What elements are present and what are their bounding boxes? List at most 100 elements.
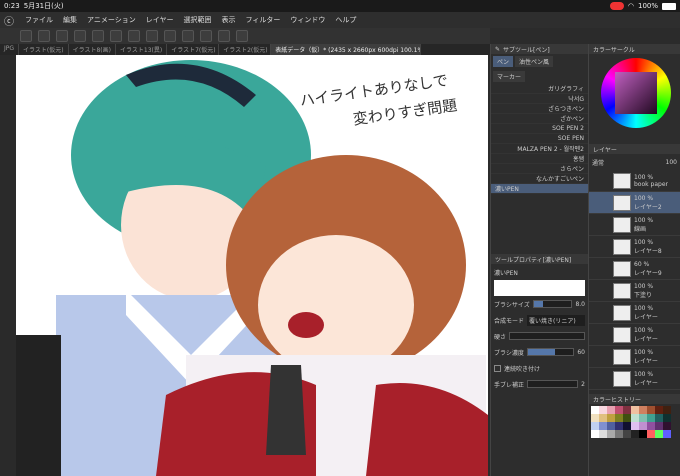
- color-swatch[interactable]: [599, 430, 607, 438]
- layer-row[interactable]: 100 % 下塗り: [589, 280, 680, 302]
- color-swatch[interactable]: [647, 406, 655, 414]
- color-swatch[interactable]: [615, 406, 623, 414]
- color-swatch[interactable]: [639, 430, 647, 438]
- hue-ring[interactable]: [601, 58, 671, 128]
- tab-doc-3[interactable]: イラスト8(画): [69, 44, 116, 55]
- brush-item[interactable]: 낙서G: [491, 94, 588, 104]
- airbrush-checkbox[interactable]: [494, 364, 501, 372]
- tab-doc-1[interactable]: JPG: [0, 44, 20, 55]
- tab-doc-2[interactable]: イラスト(仮元): [19, 44, 69, 55]
- density-slider[interactable]: [526, 348, 575, 356]
- blend-mode-select[interactable]: 覆い焼き(リニア): [527, 314, 585, 326]
- color-swatch[interactable]: [623, 422, 631, 430]
- app-logo-icon[interactable]: ⓒ: [4, 13, 20, 28]
- color-swatch[interactable]: [631, 414, 639, 422]
- open-icon[interactable]: [38, 30, 50, 42]
- color-swatch[interactable]: [591, 414, 599, 422]
- menu-animation[interactable]: アニメーション: [82, 15, 141, 25]
- layer-row[interactable]: 100 % 線画: [589, 214, 680, 236]
- color-swatch[interactable]: [623, 430, 631, 438]
- menu-view[interactable]: 表示: [217, 15, 241, 25]
- brush-item[interactable]: SOE PEN 2: [491, 124, 588, 134]
- blend-mode[interactable]: 通常: [592, 158, 604, 167]
- menu-file[interactable]: ファイル: [20, 15, 58, 25]
- layer-opacity[interactable]: 100: [666, 159, 677, 166]
- deselect-icon[interactable]: [164, 30, 176, 42]
- layer-row[interactable]: 100 % レイヤー8: [589, 236, 680, 258]
- color-swatch[interactable]: [663, 406, 671, 414]
- pen-icon[interactable]: [218, 30, 230, 42]
- color-swatch[interactable]: [663, 422, 671, 430]
- subtool-tab-marker[interactable]: マーカー: [493, 71, 526, 82]
- brush-item[interactable]: MALZA PEN 2 - 월작펜2: [491, 144, 588, 154]
- color-swatch[interactable]: [591, 406, 599, 414]
- brush-item[interactable]: さらペン: [491, 164, 588, 174]
- brush-item[interactable]: ざらつきペン: [491, 104, 588, 114]
- color-swatch[interactable]: [663, 414, 671, 422]
- undo-icon[interactable]: [74, 30, 86, 42]
- layer-row[interactable]: 100 % レイヤー: [589, 368, 680, 390]
- layer-row-selected[interactable]: 100 % レイヤー2: [589, 192, 680, 214]
- tab-doc-5[interactable]: イラスト7(仮元): [167, 44, 220, 55]
- color-swatch[interactable]: [647, 414, 655, 422]
- invert-icon[interactable]: [182, 30, 194, 42]
- ruler-icon[interactable]: [236, 30, 248, 42]
- color-swatch[interactable]: [623, 414, 631, 422]
- color-swatch[interactable]: [591, 422, 599, 430]
- tab-doc-active[interactable]: 表紙データ（仮）* (2435 x 2660px 600dpi 100.1%): [271, 44, 422, 55]
- color-swatch[interactable]: [607, 406, 615, 414]
- drawing-canvas[interactable]: ハイライトありなしで 変わりすぎ問題: [16, 55, 488, 476]
- brush-icon[interactable]: [200, 30, 212, 42]
- menu-selection[interactable]: 選択範囲: [179, 15, 217, 25]
- layer-row[interactable]: 100 % book paper: [589, 170, 680, 192]
- color-swatch[interactable]: [599, 414, 607, 422]
- save-icon[interactable]: [56, 30, 68, 42]
- subtool-tab-pen[interactable]: ペン: [493, 56, 514, 67]
- stabilizer-slider[interactable]: [527, 380, 579, 388]
- brush-item[interactable]: ガリグラフィ: [491, 84, 588, 94]
- brush-item[interactable]: なんかすごいペン: [491, 174, 588, 184]
- brush-item[interactable]: 홍쌤: [491, 154, 588, 164]
- color-swatch[interactable]: [663, 430, 671, 438]
- subtool-tab-oil-pen[interactable]: 油性ペン風: [515, 56, 554, 67]
- brush-item[interactable]: ざかペン: [491, 114, 588, 124]
- color-swatch[interactable]: [631, 406, 639, 414]
- color-swatch[interactable]: [599, 422, 607, 430]
- layer-row[interactable]: 60 % レイヤー9: [589, 258, 680, 280]
- color-swatch[interactable]: [639, 406, 647, 414]
- redo-icon[interactable]: [92, 30, 104, 42]
- transform-icon[interactable]: [146, 30, 158, 42]
- color-swatch[interactable]: [655, 422, 663, 430]
- brush-size-slider[interactable]: [532, 300, 573, 308]
- color-swatch[interactable]: [607, 414, 615, 422]
- hardness-slider[interactable]: [509, 332, 585, 340]
- layer-row[interactable]: 100 % レイヤー: [589, 346, 680, 368]
- menu-edit[interactable]: 編集: [58, 15, 82, 25]
- new-file-icon[interactable]: [20, 30, 32, 42]
- menu-filter[interactable]: フィルター: [241, 15, 286, 25]
- layer-row[interactable]: 100 % レイヤー: [589, 302, 680, 324]
- color-swatch[interactable]: [623, 406, 631, 414]
- color-swatch[interactable]: [639, 422, 647, 430]
- color-swatch[interactable]: [631, 430, 639, 438]
- color-swatch[interactable]: [655, 430, 663, 438]
- brush-item[interactable]: SOE PEN: [491, 134, 588, 144]
- saturation-square[interactable]: [615, 72, 657, 114]
- color-swatch[interactable]: [591, 430, 599, 438]
- tab-doc-6[interactable]: イラスト2(仮元): [219, 44, 272, 55]
- fill-icon[interactable]: [128, 30, 140, 42]
- color-swatch[interactable]: [615, 414, 623, 422]
- color-swatch[interactable]: [615, 430, 623, 438]
- color-swatch[interactable]: [647, 422, 655, 430]
- menu-help[interactable]: ヘルプ: [330, 15, 361, 25]
- menu-layer[interactable]: レイヤー: [141, 15, 179, 25]
- color-swatch[interactable]: [655, 414, 663, 422]
- color-swatch[interactable]: [631, 422, 639, 430]
- color-swatch[interactable]: [639, 414, 647, 422]
- menu-window[interactable]: ウィンドウ: [285, 15, 330, 25]
- tab-doc-4[interactable]: イラスト13(異): [116, 44, 168, 55]
- color-swatch[interactable]: [599, 406, 607, 414]
- clear-icon[interactable]: [110, 30, 122, 42]
- color-swatch[interactable]: [615, 422, 623, 430]
- color-swatch[interactable]: [607, 422, 615, 430]
